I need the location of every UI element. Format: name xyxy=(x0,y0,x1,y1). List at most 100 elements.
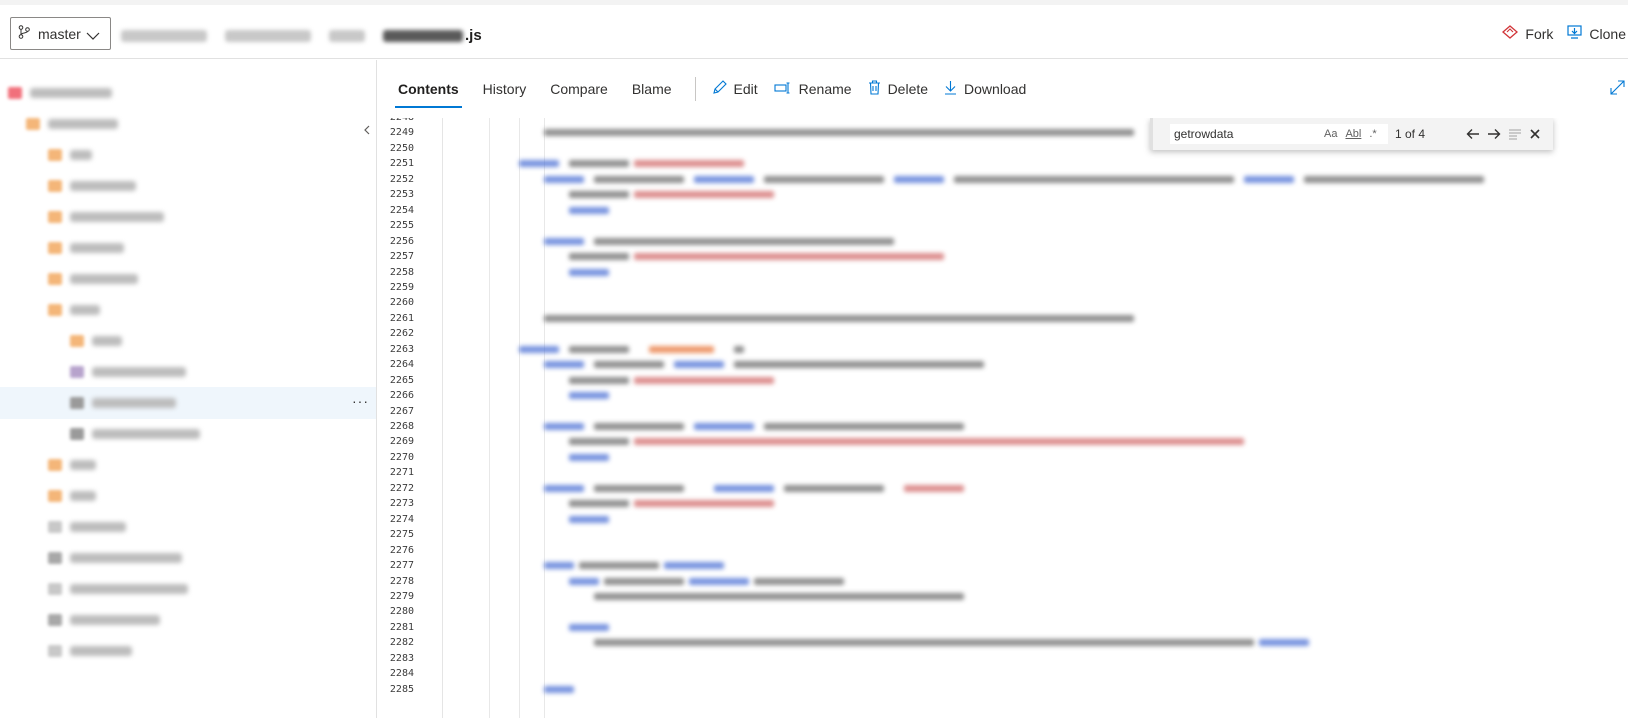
code-token xyxy=(544,314,1134,322)
line-number: 2252 xyxy=(389,173,414,185)
code-line xyxy=(444,156,1628,171)
tree-item[interactable] xyxy=(0,480,376,512)
repo-header: master .js Fork Clone xyxy=(0,5,1628,59)
tree-item[interactable] xyxy=(0,232,376,264)
tree-item-selected[interactable]: ··· xyxy=(0,387,376,419)
tree-item[interactable] xyxy=(0,294,376,326)
line-number: 2266 xyxy=(389,390,414,402)
tree-item[interactable] xyxy=(0,325,376,357)
next-match-icon[interactable] xyxy=(1487,128,1501,140)
tree-item[interactable] xyxy=(0,635,376,667)
tree-item-label xyxy=(92,398,176,408)
edit-label: Edit xyxy=(733,81,758,97)
line-number: 2265 xyxy=(389,374,414,386)
tree-item-label xyxy=(70,150,92,160)
tree-item[interactable] xyxy=(0,511,376,543)
code-token xyxy=(544,361,584,369)
tree-item[interactable] xyxy=(0,356,376,388)
tree-item-label xyxy=(70,305,100,315)
match-case-toggle[interactable]: Aa xyxy=(1324,128,1337,140)
regex-toggle[interactable]: .* xyxy=(1369,128,1376,140)
code-line xyxy=(444,172,1628,187)
clone-button[interactable]: Clone xyxy=(1567,25,1626,42)
line-number: 2262 xyxy=(389,328,414,340)
tree-item[interactable] xyxy=(0,604,376,636)
tab-contents[interactable]: Contents xyxy=(395,60,462,118)
tree-item[interactable] xyxy=(0,170,376,202)
branch-icon xyxy=(18,25,30,42)
breadcrumb-item-repo[interactable] xyxy=(225,29,311,42)
tab-blame-label: Blame xyxy=(631,81,672,97)
code-token xyxy=(634,191,774,199)
tree-item-label xyxy=(70,212,164,222)
line-number: 2253 xyxy=(389,189,414,201)
tree-item[interactable] xyxy=(0,542,376,574)
breadcrumb-item-project[interactable] xyxy=(121,29,207,42)
code-editor[interactable]: 2248 2249 2250 2251 2252 2253 2254 2255 2256 2257… xyxy=(378,118,1628,718)
code-line xyxy=(444,496,1628,511)
tree-item-label xyxy=(30,88,112,98)
code-line xyxy=(444,357,1628,372)
tree-item[interactable] xyxy=(0,139,376,171)
breadcrumb-item-folder[interactable] xyxy=(329,29,365,42)
file-icon xyxy=(26,118,40,130)
line-number: 2270 xyxy=(389,451,414,463)
previous-match-icon[interactable] xyxy=(1466,128,1480,140)
code-token xyxy=(784,484,884,492)
download-button[interactable]: Download xyxy=(944,80,1026,98)
code-token xyxy=(569,392,609,400)
find-result-count: 1 of 4 xyxy=(1395,127,1426,141)
code-token xyxy=(694,423,754,430)
file-tree-panel: ··· xyxy=(0,60,377,718)
code-token xyxy=(569,345,629,353)
fork-label: Fork xyxy=(1525,25,1554,42)
tab-blame[interactable]: Blame xyxy=(629,60,675,118)
line-number: 2263 xyxy=(389,343,414,355)
code-token xyxy=(579,562,659,570)
file-icon xyxy=(70,397,84,409)
tab-compare[interactable]: Compare xyxy=(547,60,611,118)
code-line xyxy=(444,187,1628,202)
file-icon xyxy=(48,459,62,471)
line-number: 2264 xyxy=(389,359,414,371)
tree-item[interactable] xyxy=(0,573,376,605)
code-token xyxy=(519,160,559,168)
tree-item[interactable] xyxy=(0,263,376,295)
branch-selector[interactable]: master xyxy=(10,17,111,50)
breadcrumb-file-extension: .js xyxy=(465,27,482,44)
file-tabs: Contents History Compare Blame Edit Rena… xyxy=(378,60,1628,118)
fork-button[interactable]: Fork xyxy=(1502,25,1553,42)
tree-item[interactable] xyxy=(0,449,376,481)
chevron-down-icon xyxy=(86,28,100,44)
line-number: 2260 xyxy=(389,297,414,309)
line-number: 2261 xyxy=(389,312,414,324)
rename-button[interactable]: Rename xyxy=(774,81,852,97)
close-find-icon[interactable] xyxy=(1529,128,1541,140)
code-token xyxy=(664,562,724,570)
branch-name: master xyxy=(38,25,81,42)
more-options-button[interactable]: ··· xyxy=(352,393,369,409)
tab-history[interactable]: History xyxy=(480,60,530,118)
line-number: 2272 xyxy=(389,482,414,494)
tree-item[interactable] xyxy=(0,418,376,450)
line-number: 2271 xyxy=(389,467,414,479)
code-line xyxy=(444,234,1628,249)
pencil-icon xyxy=(712,80,727,98)
line-number: 2275 xyxy=(389,529,414,541)
tree-item[interactable] xyxy=(0,201,376,233)
code-token xyxy=(569,191,629,199)
edit-button[interactable]: Edit xyxy=(712,80,758,98)
tree-item[interactable] xyxy=(0,77,376,109)
find-input[interactable]: getrowdata Aa Abl .* xyxy=(1169,123,1389,145)
tree-item[interactable] xyxy=(0,108,376,140)
find-widget: getrowdata Aa Abl .* 1 of 4 xyxy=(1150,118,1553,150)
code-token xyxy=(694,175,754,183)
find-in-selection-icon[interactable] xyxy=(1508,128,1522,140)
line-number: 2285 xyxy=(389,683,414,695)
whole-word-toggle[interactable]: Abl xyxy=(1345,128,1361,140)
code-token xyxy=(764,423,964,430)
delete-button[interactable]: Delete xyxy=(868,80,928,98)
line-number: 2280 xyxy=(389,606,414,618)
line-number: 2258 xyxy=(389,266,414,278)
fullscreen-icon[interactable] xyxy=(1609,79,1626,99)
